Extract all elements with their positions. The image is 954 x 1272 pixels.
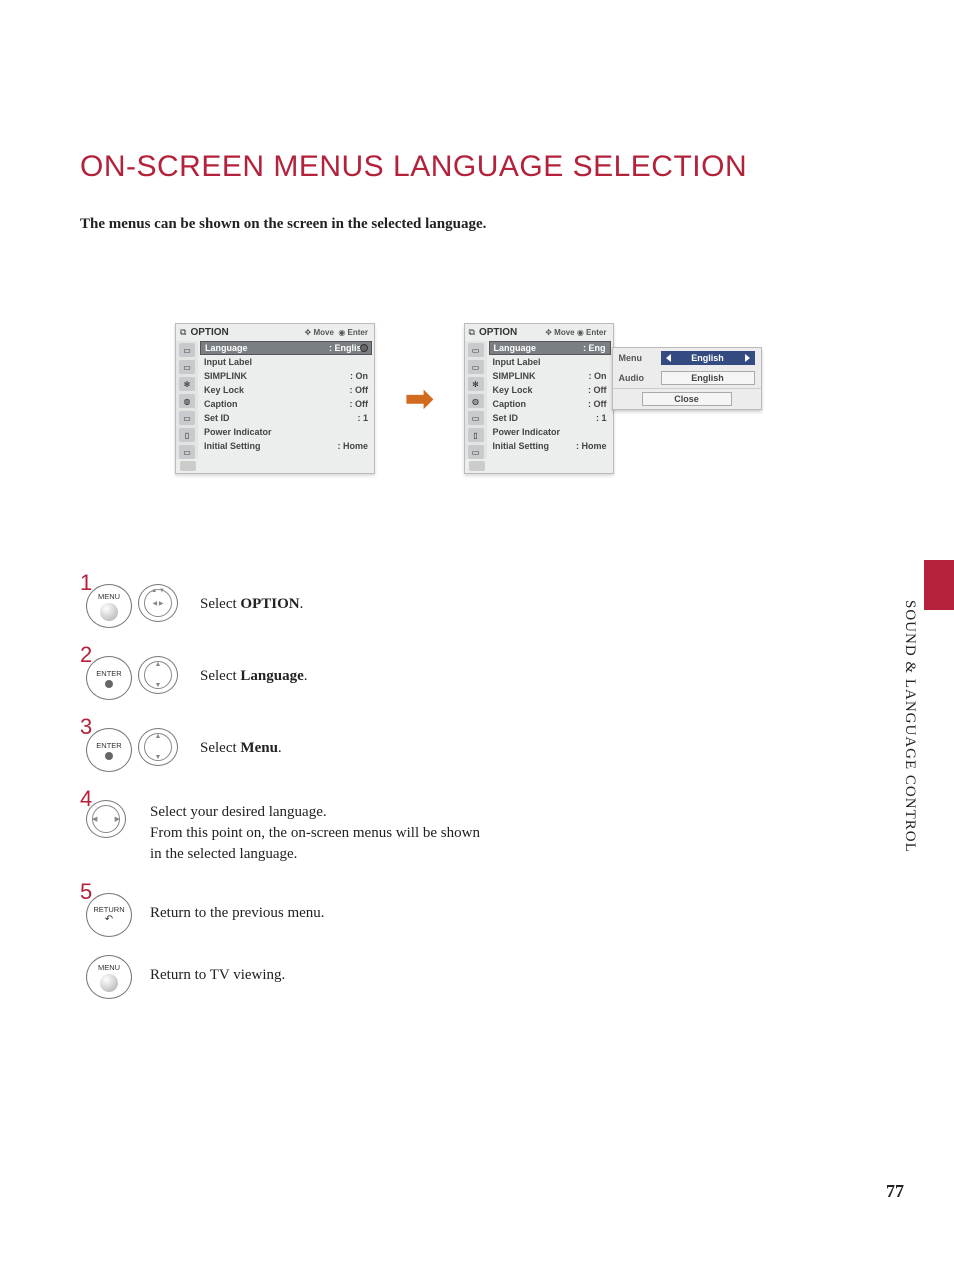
- ratio-icon: ⧉: [180, 327, 186, 338]
- osd-category-icons: ▭ ▭ ✻ ◍ ▭ ▯ ▭: [465, 341, 487, 459]
- osd-row-initial-setting[interactable]: Initial Setting: Home: [487, 439, 613, 453]
- step-2-text: Select Language.: [200, 656, 308, 687]
- page-title: ON-SCREEN MENUS LANGUAGE SELECTION: [80, 150, 874, 184]
- osd-row-setid[interactable]: Set ID: 1: [198, 411, 374, 425]
- globe-icon: ◍: [468, 394, 484, 408]
- popup-row-close[interactable]: Close: [613, 388, 761, 409]
- dpad-updown-icon: [138, 728, 178, 766]
- osd-panel-left: ⧉ OPTION ✥ Move ◉ Enter ▭ ▭ ✻ ◍ ▭ ▯ ▭ La…: [175, 323, 375, 474]
- osd-row-caption[interactable]: Caption: Off: [198, 397, 374, 411]
- screen-icon: ▭: [468, 360, 484, 374]
- osd-row-simplink[interactable]: SIMPLINK: On: [487, 369, 613, 383]
- step-3: 3 ENTER Select Menu.: [80, 728, 874, 772]
- picture-icon: ▭: [468, 343, 484, 357]
- dpad-all-icon: [138, 584, 178, 622]
- step-3-text: Select Menu.: [200, 728, 282, 759]
- popup-row-menu[interactable]: Menu English: [613, 348, 761, 368]
- osd-row-input-label[interactable]: Input Label: [198, 355, 374, 369]
- popup-row-audio[interactable]: Audio English: [613, 368, 761, 388]
- step-2: 2 ENTER Select Language.: [80, 656, 874, 700]
- dpad-leftright-icon: [86, 800, 126, 838]
- ratio-icon: ⧉: [469, 327, 475, 338]
- arrow-right-icon: ➡: [405, 382, 434, 416]
- lock-icon: ▯: [179, 428, 195, 442]
- osd-row-input-label[interactable]: Input Label: [487, 355, 613, 369]
- osd-list: Language: Eng Input Label SIMPLINK: On K…: [487, 341, 613, 459]
- osd-row-power-indicator[interactable]: Power Indicator: [198, 425, 374, 439]
- language-popup: Menu English Audio English Close: [612, 347, 762, 410]
- lock-icon: ▯: [468, 428, 484, 442]
- step-6-text: Return to TV viewing.: [150, 955, 285, 986]
- step-5: 5 RETURN↶ Return to the previous menu.: [80, 893, 874, 937]
- return-button-icon: RETURN↶: [86, 893, 132, 937]
- setup-icon: ▭: [468, 445, 484, 459]
- gear-icon: ✻: [468, 377, 484, 391]
- osd-row-keylock[interactable]: Key Lock: Off: [198, 383, 374, 397]
- osd-panel-right: ⧉ OPTION ✥ Move ◉ Enter ▭ ▭ ✻ ◍ ▭ ▯ ▭ La…: [464, 323, 614, 474]
- steps-list: 1 MENU Select OPTION. 2 ENTER Select Lan…: [80, 584, 874, 999]
- osd-row-caption[interactable]: Caption: Off: [487, 397, 613, 411]
- step-1: 1 MENU Select OPTION.: [80, 584, 874, 628]
- osd-hint: ✥ Move ◉ Enter: [305, 328, 369, 337]
- step-4-text: Select your desired language. From this …: [150, 800, 480, 865]
- enter-button-icon: ENTER: [86, 728, 132, 772]
- osd-row-power-indicator[interactable]: Power Indicator: [487, 425, 613, 439]
- osd-list: Language: English Input Label SIMPLINK: …: [198, 341, 374, 459]
- osd-row-language[interactable]: Language: English: [200, 341, 372, 355]
- step-5-text: Return to the previous menu.: [150, 893, 325, 924]
- osd-category-icons: ▭ ▭ ✻ ◍ ▭ ▯ ▭: [176, 341, 198, 459]
- side-tab-label: SOUND & LANGUAGE CONTROL: [901, 600, 918, 853]
- picture-icon: ▭: [179, 343, 195, 357]
- step-6: MENU Return to TV viewing.: [80, 955, 874, 999]
- menu-button-icon: MENU: [86, 955, 132, 999]
- dpad-updown-icon: [138, 656, 178, 694]
- osd-panels-row: ⧉ OPTION ✥ Move ◉ Enter ▭ ▭ ✻ ◍ ▭ ▯ ▭ La…: [175, 323, 874, 474]
- screen-icon: ▭: [179, 360, 195, 374]
- gear-icon: ✻: [179, 377, 195, 391]
- setup-icon: ▭: [179, 445, 195, 459]
- page-number: 77: [886, 1181, 904, 1202]
- enter-button-icon: ENTER: [86, 656, 132, 700]
- clock-icon: ▭: [179, 411, 195, 425]
- osd-row-keylock[interactable]: Key Lock: Off: [487, 383, 613, 397]
- step-1-text: Select OPTION.: [200, 584, 303, 615]
- osd-row-language[interactable]: Language: Eng: [489, 341, 611, 355]
- osd-row-simplink[interactable]: SIMPLINK: On: [198, 369, 374, 383]
- osd-row-initial-setting[interactable]: Initial Setting: Home: [198, 439, 374, 453]
- menu-button-icon: MENU: [86, 584, 132, 628]
- intro-text: The menus can be shown on the screen in …: [80, 216, 874, 233]
- clock-icon: ▭: [468, 411, 484, 425]
- step-4: 4 Select your desired language. From thi…: [80, 800, 874, 865]
- side-tab-accent: [924, 560, 954, 610]
- footer-icon: [180, 461, 196, 471]
- osd-title: OPTION: [190, 327, 304, 338]
- osd-hint: ✥ Move ◉ Enter: [545, 328, 606, 337]
- footer-icon: [469, 461, 485, 471]
- osd-row-setid[interactable]: Set ID: 1: [487, 411, 613, 425]
- globe-icon: ◍: [179, 394, 195, 408]
- osd-title: OPTION: [479, 327, 545, 338]
